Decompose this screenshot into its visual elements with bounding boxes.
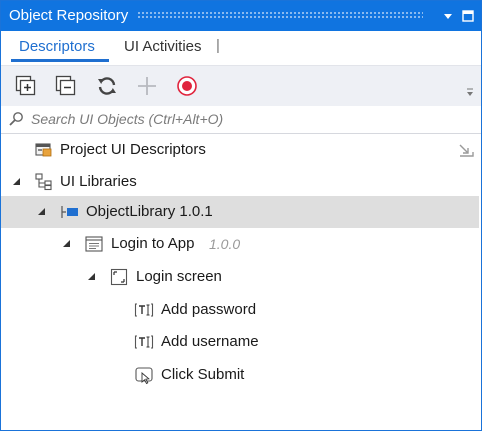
expanded-caret-icon[interactable] — [12, 177, 21, 186]
tree-item-object-library[interactable]: ObjectLibrary 1.0.1 — [1, 196, 479, 228]
object-library-icon — [61, 206, 78, 218]
add-icon[interactable] — [135, 74, 159, 98]
tree-item-application[interactable]: Login to App 1.0.0 — [1, 228, 479, 260]
ui-libraries-icon — [35, 173, 52, 191]
tree-item-label: Add password — [161, 301, 257, 318]
app-version: 1.0.0 — [209, 236, 241, 252]
refresh-icon[interactable] — [95, 74, 119, 98]
tree-item-label: Project UI Descriptors — [60, 141, 206, 158]
expand-all-icon[interactable] — [14, 74, 38, 98]
expanded-caret-icon[interactable] — [37, 207, 46, 216]
window-position-dropdown-icon[interactable] — [439, 7, 457, 25]
tree-item-element[interactable]: Add password — [1, 294, 479, 326]
record-icon[interactable] — [175, 74, 199, 98]
tree-item-label: UI Libraries — [60, 173, 137, 190]
object-repository-panel: Object Repository Descriptors UI Activit… — [0, 0, 482, 431]
text-field-icon — [134, 303, 154, 317]
tab-ui-activities[interactable]: UI Activities — [124, 38, 202, 55]
tree-item-screen[interactable]: Login screen — [1, 261, 479, 293]
tab-strip: Descriptors UI Activities | — [1, 31, 481, 65]
expanded-caret-icon[interactable] — [87, 272, 96, 281]
tree-item-element[interactable]: Add username — [1, 326, 479, 358]
tree-item-label: Login to App — [111, 235, 195, 252]
expanded-caret-icon[interactable] — [62, 239, 71, 248]
panel-title: Object Repository — [9, 7, 129, 24]
tree-item-label: Add username — [161, 333, 259, 350]
screen-icon — [110, 268, 128, 286]
tree-item-project-descriptors[interactable]: Project UI Descriptors — [1, 134, 479, 166]
tab-separator: | — [216, 37, 220, 54]
search-input[interactable] — [31, 109, 471, 129]
application-icon — [85, 236, 103, 252]
repository-toolbar — [1, 65, 481, 106]
maximize-icon[interactable] — [459, 7, 477, 25]
tree-item-label: Click Submit — [161, 366, 245, 383]
tree-item-element[interactable]: Click Submit — [1, 359, 479, 391]
tree-item-label: Login screen — [136, 268, 222, 285]
project-descriptors-icon — [35, 143, 52, 157]
tab-descriptors[interactable]: Descriptors — [19, 38, 95, 55]
tree-item-label: ObjectLibrary 1.0.1 — [86, 203, 213, 220]
import-descriptors-icon[interactable] — [457, 142, 475, 160]
search-icon — [9, 112, 23, 126]
toolbar-overflow-icon[interactable] — [466, 88, 474, 98]
search-bar — [1, 106, 481, 134]
collapse-all-icon[interactable] — [54, 74, 78, 98]
tree-item-ui-libraries[interactable]: UI Libraries — [1, 166, 479, 198]
title-bar-grip[interactable] — [137, 11, 423, 18]
text-field-icon — [134, 335, 154, 349]
panel-title-bar: Object Repository — [1, 1, 481, 31]
active-tab-indicator — [11, 59, 109, 62]
button-element-icon — [135, 367, 153, 385]
